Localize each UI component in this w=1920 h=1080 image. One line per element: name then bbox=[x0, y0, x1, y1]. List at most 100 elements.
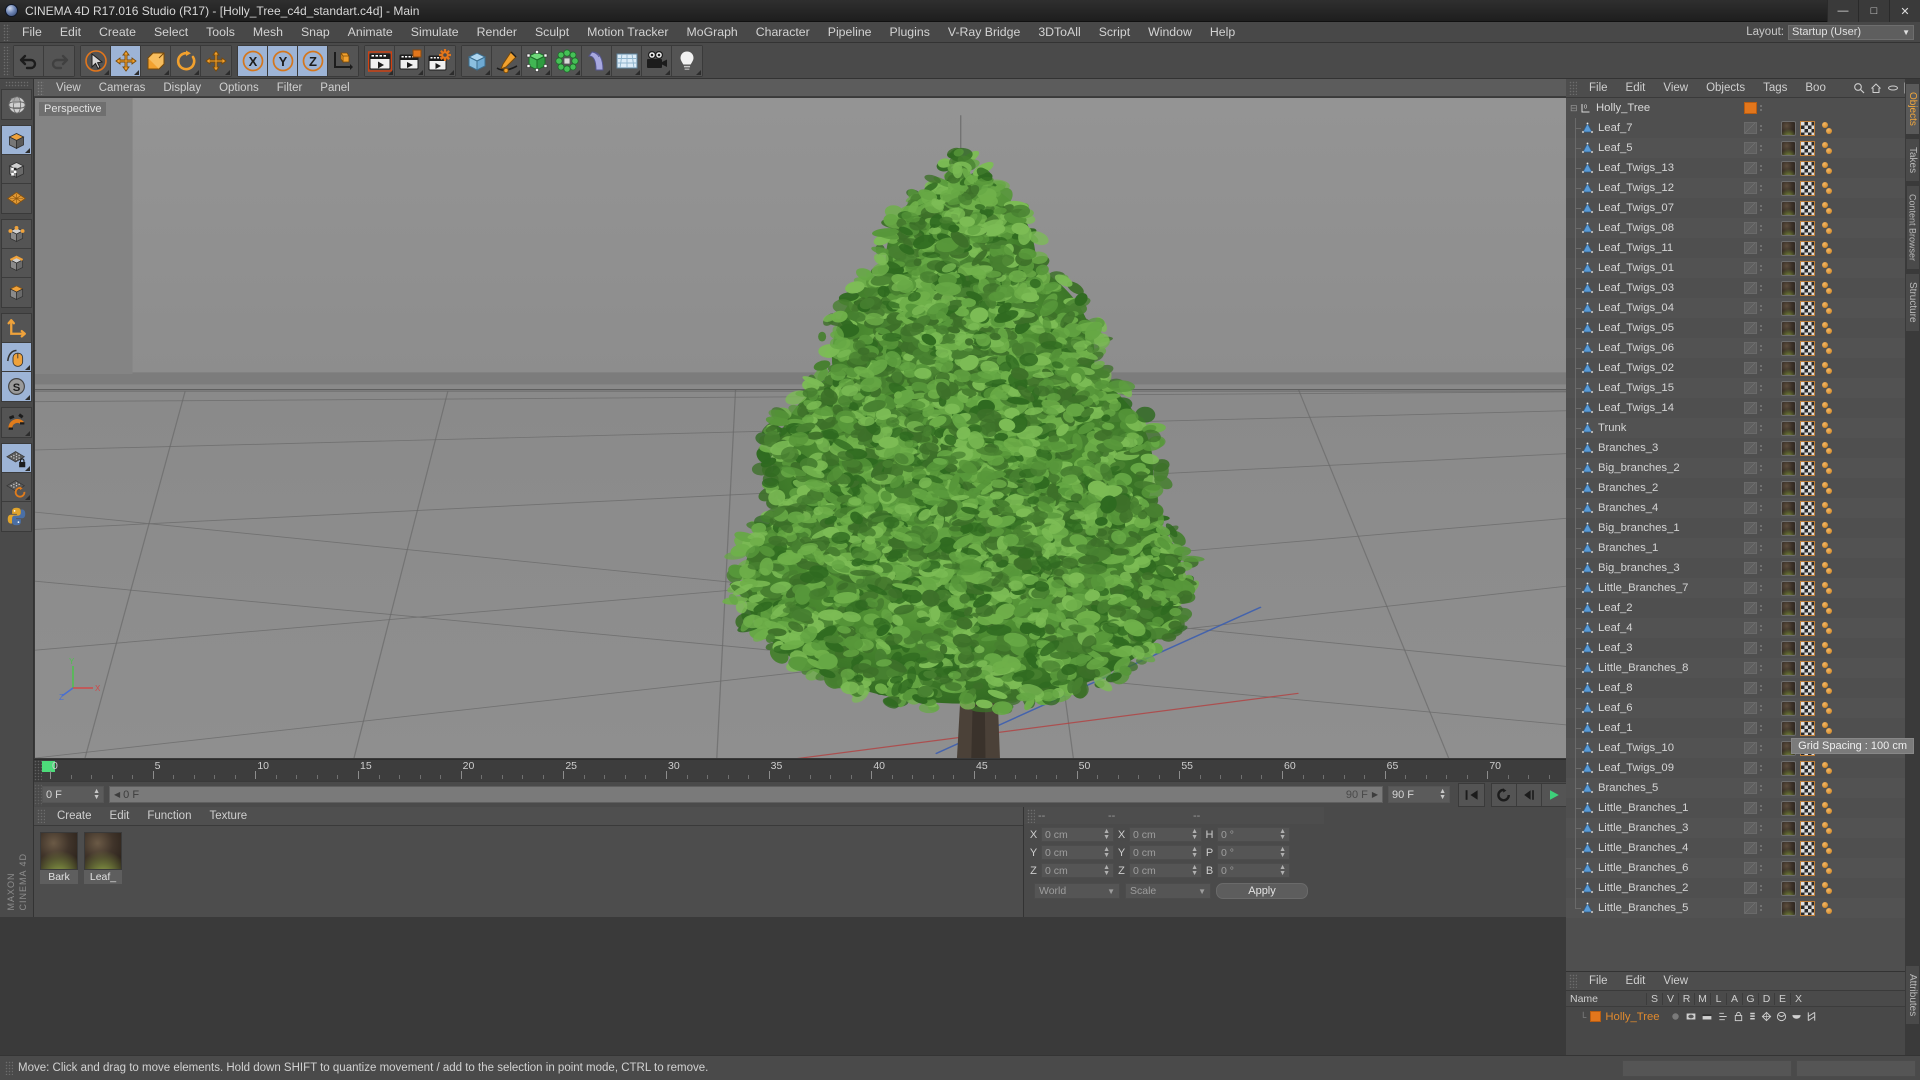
move-tool-button[interactable] bbox=[111, 46, 141, 76]
selection-tag-icon[interactable] bbox=[1819, 121, 1833, 136]
texture-tag-icon[interactable] bbox=[1800, 701, 1815, 716]
selection-tag-icon[interactable] bbox=[1819, 861, 1833, 876]
layer-none-swatch[interactable] bbox=[1744, 762, 1757, 774]
move-alt-tool-button[interactable] bbox=[201, 46, 231, 76]
texture-tag-icon[interactable] bbox=[1800, 261, 1815, 276]
menu-edit[interactable]: Edit bbox=[51, 22, 90, 43]
object-tag-cell[interactable] bbox=[1778, 538, 1909, 558]
selection-tag-icon[interactable] bbox=[1819, 761, 1833, 776]
layer-none-swatch[interactable] bbox=[1744, 442, 1757, 454]
object-tag-cell[interactable] bbox=[1778, 318, 1909, 338]
texture-tag-icon[interactable] bbox=[1800, 301, 1815, 316]
material-tag-icon[interactable] bbox=[1781, 501, 1796, 516]
object-tag-cell[interactable] bbox=[1778, 678, 1909, 698]
play-button[interactable] bbox=[1542, 784, 1567, 806]
object-layer-cell[interactable] bbox=[1742, 278, 1778, 298]
workplane-icon[interactable] bbox=[2, 184, 31, 213]
selection-tag-icon[interactable] bbox=[1819, 421, 1833, 436]
object-layer-column[interactable] bbox=[1742, 98, 1778, 971]
object-row[interactable]: Leaf_Twigs_01 bbox=[1566, 258, 1742, 278]
object-row[interactable]: Leaf_8 bbox=[1566, 678, 1742, 698]
object-layer-cell[interactable] bbox=[1742, 598, 1778, 618]
selection-tag-icon[interactable] bbox=[1819, 161, 1833, 176]
texture-tag-icon[interactable] bbox=[1800, 161, 1815, 176]
visibility-dots-icon[interactable] bbox=[1760, 685, 1762, 691]
object-row[interactable]: Leaf_Twigs_06 bbox=[1566, 338, 1742, 358]
snap-lock-icon[interactable] bbox=[2, 444, 31, 473]
visibility-dots-icon[interactable] bbox=[1760, 385, 1762, 391]
goto-start-button[interactable] bbox=[1459, 784, 1484, 806]
material-tag-icon[interactable] bbox=[1781, 341, 1796, 356]
spline-pen-button[interactable] bbox=[492, 46, 522, 76]
layer-none-swatch[interactable] bbox=[1744, 682, 1757, 694]
texture-tag-icon[interactable] bbox=[1800, 861, 1815, 876]
object-row-root[interactable]: ⊟ 0 Holly_Tree bbox=[1566, 98, 1742, 118]
texture-tag-icon[interactable] bbox=[1800, 201, 1815, 216]
object-layer-cell[interactable] bbox=[1742, 618, 1778, 638]
material-tag-icon[interactable] bbox=[1781, 561, 1796, 576]
object-layer-cell[interactable] bbox=[1742, 298, 1778, 318]
object-row[interactable]: Big_branches_1 bbox=[1566, 518, 1742, 538]
texture-tag-icon[interactable] bbox=[1800, 761, 1815, 776]
material-tag-icon[interactable] bbox=[1781, 761, 1796, 776]
redo-button[interactable] bbox=[44, 46, 74, 76]
object-row[interactable]: Leaf_Twigs_11 bbox=[1566, 238, 1742, 258]
object-row[interactable]: Branches_3 bbox=[1566, 438, 1742, 458]
texture-tag-icon[interactable] bbox=[1800, 661, 1815, 676]
minimize-button[interactable]: — bbox=[1827, 0, 1858, 22]
object-row[interactable]: Trunk bbox=[1566, 418, 1742, 438]
object-tag-cell[interactable] bbox=[1778, 178, 1909, 198]
texture-tag-icon[interactable] bbox=[1800, 561, 1815, 576]
object-tag-cell[interactable] bbox=[1778, 698, 1909, 718]
material-swatch[interactable]: Leaf_ bbox=[84, 832, 122, 884]
render-region-button[interactable] bbox=[395, 46, 425, 76]
menu-pipeline[interactable]: Pipeline bbox=[819, 22, 881, 43]
texture-tag-icon[interactable] bbox=[1800, 801, 1815, 816]
material-tag-icon[interactable] bbox=[1781, 801, 1796, 816]
objects-menu-boo[interactable]: Boo bbox=[1796, 79, 1834, 98]
material-tag-icon[interactable] bbox=[1781, 181, 1796, 196]
object-row[interactable]: Leaf_Twigs_03 bbox=[1566, 278, 1742, 298]
selection-tag-icon[interactable] bbox=[1819, 581, 1833, 596]
object-row[interactable]: Leaf_1 bbox=[1566, 718, 1742, 738]
material-tag-icon[interactable] bbox=[1781, 901, 1796, 916]
object-tag-cell[interactable] bbox=[1778, 398, 1909, 418]
selection-tag-icon[interactable] bbox=[1819, 601, 1833, 616]
material-tag-icon[interactable] bbox=[1781, 681, 1796, 696]
selection-tag-icon[interactable] bbox=[1819, 821, 1833, 836]
layer-none-swatch[interactable] bbox=[1744, 802, 1757, 814]
menu-character[interactable]: Character bbox=[747, 22, 819, 43]
visibility-dots-icon[interactable] bbox=[1760, 285, 1762, 291]
object-layer-cell[interactable] bbox=[1742, 718, 1778, 738]
visibility-dots-icon[interactable] bbox=[1760, 885, 1762, 891]
layer-none-swatch[interactable] bbox=[1744, 482, 1757, 494]
visibility-dots-icon[interactable] bbox=[1760, 145, 1762, 151]
object-row[interactable]: Leaf_Twigs_15 bbox=[1566, 378, 1742, 398]
layer-none-swatch[interactable] bbox=[1744, 522, 1757, 534]
play-reverse-loop-button[interactable] bbox=[1492, 784, 1517, 806]
current-frame-field[interactable]: 0 F ▲ ▼ bbox=[42, 786, 104, 803]
object-tag-cell[interactable] bbox=[1778, 578, 1909, 598]
visibility-dots-icon[interactable] bbox=[1760, 785, 1762, 791]
object-tag-cell[interactable] bbox=[1778, 718, 1909, 738]
layer-none-swatch[interactable] bbox=[1744, 122, 1757, 134]
object-row[interactable]: Little_Branches_5 bbox=[1566, 898, 1742, 918]
left-toolbar-grip[interactable] bbox=[5, 81, 29, 87]
object-tag-cell[interactable] bbox=[1778, 358, 1909, 378]
viewport-menu-options[interactable]: Options bbox=[210, 79, 268, 97]
spinner-icon[interactable]: ▲ ▼ bbox=[1103, 847, 1110, 859]
object-tag-cell[interactable] bbox=[1778, 278, 1909, 298]
object-row[interactable]: Little_Branches_4 bbox=[1566, 838, 1742, 858]
bend-object-button[interactable] bbox=[582, 46, 612, 76]
spinner-icon[interactable]: ▲ ▼ bbox=[1279, 865, 1286, 877]
visibility-dots-icon[interactable] bbox=[1760, 705, 1762, 711]
visibility-dots-icon[interactable] bbox=[1760, 405, 1762, 411]
texture-mode-icon[interactable] bbox=[2, 155, 31, 184]
rot-b-field[interactable]: 0 ° ▲ ▼ bbox=[1217, 863, 1290, 878]
object-layer-cell[interactable] bbox=[1742, 738, 1778, 758]
selection-tag-icon[interactable] bbox=[1819, 801, 1833, 816]
select-tool-button[interactable] bbox=[81, 46, 111, 76]
material-tag-icon[interactable] bbox=[1781, 601, 1796, 616]
render-view-button[interactable] bbox=[365, 46, 395, 76]
menu-help[interactable]: Help bbox=[1201, 22, 1244, 43]
